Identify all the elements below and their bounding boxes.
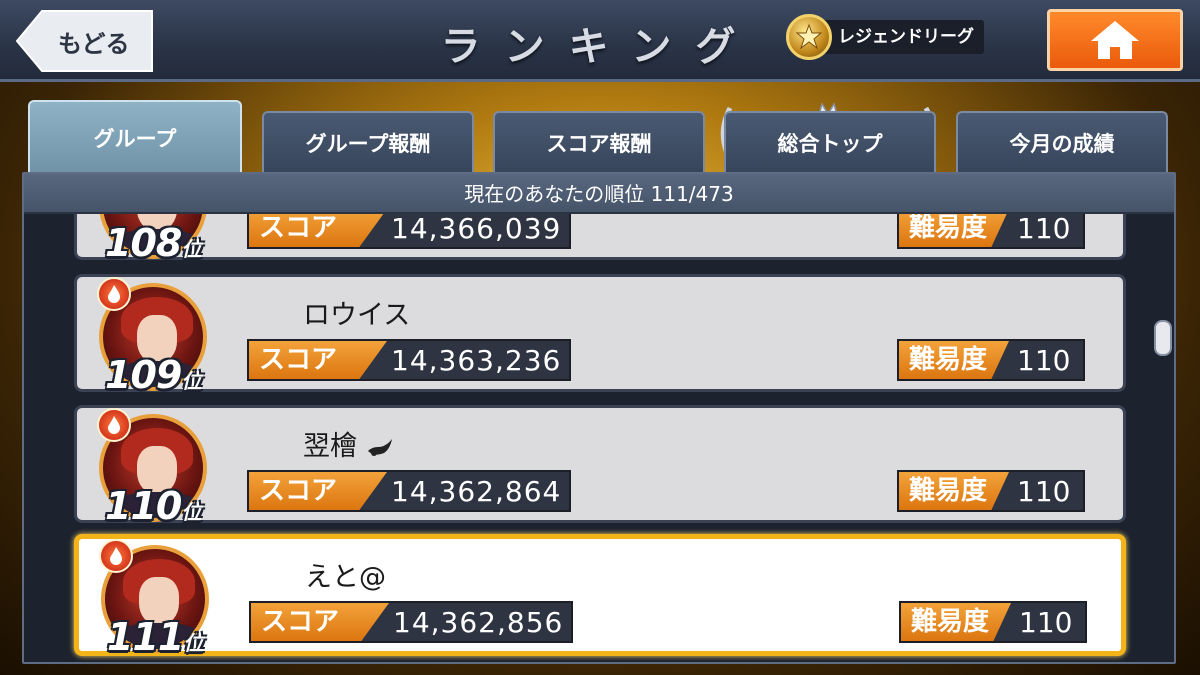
difficulty-value: 110 [1017,343,1071,377]
difficulty-box: 難易度 110 [899,601,1087,643]
score-value: 14,362,856 [393,605,564,639]
difficulty-label: 難易度 [899,214,1009,247]
difficulty-label: 難易度 [899,341,1009,379]
score-label: スコア [249,341,387,379]
difficulty-box: 難易度 110 [897,339,1085,381]
tab-monthly-results-label: 今月の成績 [1009,132,1115,156]
ranking-row[interactable]: 109位 ロウイス スコア 14,363,236 難易度 110 [74,274,1126,397]
ranking-row[interactable]: 110位 翌檜 スコア 14,362,864 難易度 110 [74,405,1126,528]
score-label: スコア [249,214,387,247]
fire-element-icon [99,539,133,573]
score-value: 14,366,039 [391,214,562,245]
difficulty-value: 110 [1017,474,1071,508]
tab-overall-top[interactable]: 総合トップ [724,111,936,173]
player-name: 翌檜 [303,424,394,463]
score-label: スコア [249,472,387,510]
score-label: スコア [251,603,389,641]
list-scrollbar[interactable] [1154,320,1172,356]
top-bar: もどる ランキング レジェンドリーグ [0,0,1200,82]
rank-number: 108位 [105,221,201,265]
rank-number: 109位 [105,353,201,397]
score-box: スコア 14,362,856 [249,601,573,643]
tab-group-reward-label: グループ報酬 [305,132,431,156]
tab-group[interactable]: グループ [28,100,242,174]
score-box: スコア 14,366,039 [247,214,571,249]
tab-monthly-results[interactable]: 今月の成績 [956,111,1168,173]
fire-element-icon [97,408,131,442]
league-badge: レジェンドリーグ [786,13,986,61]
difficulty-value: 110 [1019,605,1073,639]
tab-score-reward-label: スコア報酬 [546,132,652,156]
ranking-list[interactable]: 108位 スコア 14,366,039 難易度 110 109位 ロウイス スコ… [24,214,1174,662]
difficulty-value: 110 [1017,214,1071,245]
score-value: 14,363,236 [391,343,562,377]
tab-overall-top-label: 総合トップ [777,132,883,156]
rank-number: 110位 [105,484,201,528]
current-rank-bar: 現在のあなたの順位 111/473 [24,174,1174,214]
ranking-panel: 現在のあなたの順位 111/473 108位 スコア 14,366,039 難易… [22,172,1176,664]
player-name: えと@ [305,562,386,593]
score-box: スコア 14,363,236 [247,339,571,381]
player-name: ロウイス [303,300,411,331]
difficulty-box: 難易度 110 [897,214,1085,249]
rank-number: 111位 [107,615,203,659]
fire-element-icon [97,277,131,311]
tab-score-reward[interactable]: スコア報酬 [493,111,705,173]
ranking-row-self[interactable]: 111位 えと@ スコア 14,362,856 難易度 110 [74,534,1126,659]
home-icon [1091,21,1139,59]
score-box: スコア 14,362,864 [247,470,571,512]
home-button[interactable] [1047,9,1183,71]
difficulty-box: 難易度 110 [897,470,1085,512]
league-name: レジェンドリーグ [822,20,984,54]
league-emblem-icon [786,14,832,60]
ranking-row[interactable]: 108位 スコア 14,366,039 難易度 110 [74,214,1126,265]
difficulty-label: 難易度 [901,603,1011,641]
page-title: ランキング [440,24,760,70]
score-value: 14,362,864 [391,474,562,508]
tab-group-label: グループ [93,127,177,151]
tab-group-reward[interactable]: グループ報酬 [262,111,474,173]
wing-emblem-icon [367,438,392,456]
difficulty-label: 難易度 [899,472,1009,510]
